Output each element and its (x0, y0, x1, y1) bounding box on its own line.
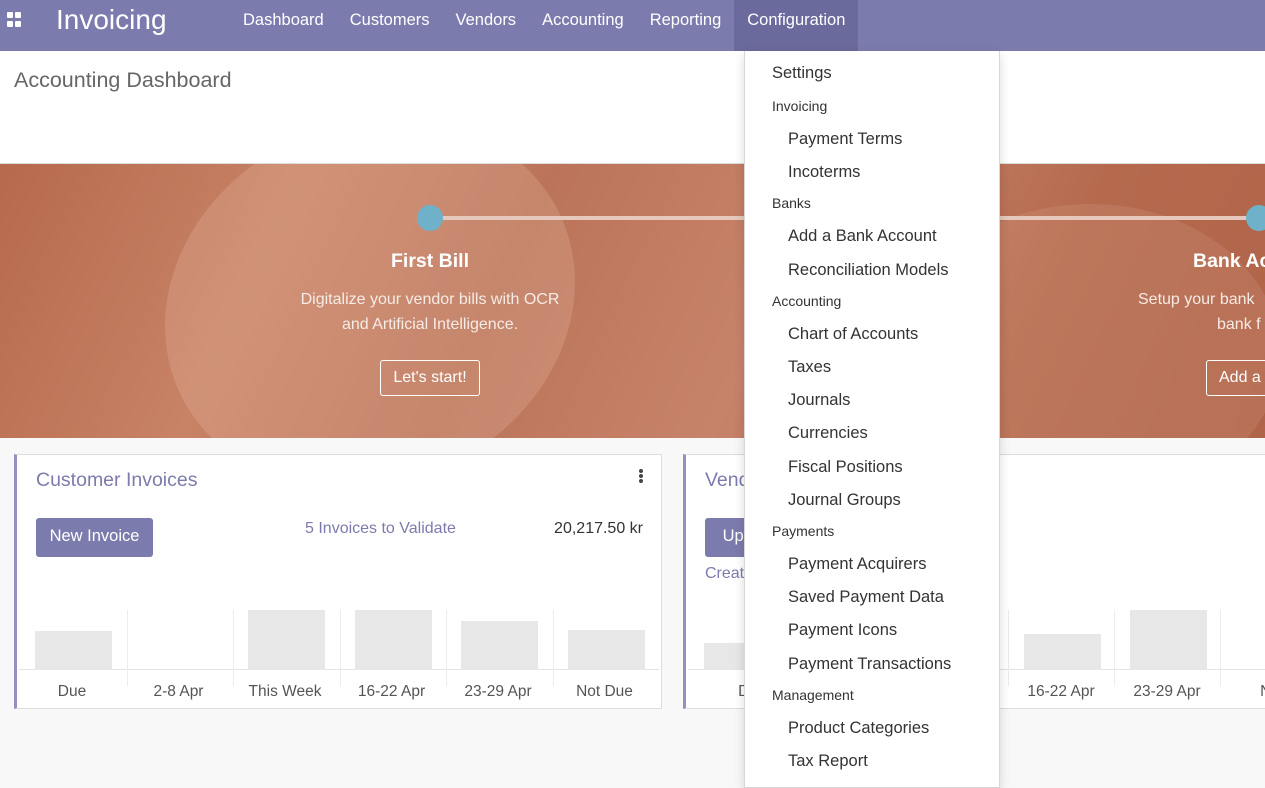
menu-item-payment-terms[interactable]: Payment Terms (745, 130, 999, 149)
menu-item-add-a-bank-account[interactable]: Add a Bank Account (745, 227, 999, 246)
step-title: Bank Ac (1193, 250, 1265, 272)
onboarding-banner: First Bill Digitalize your vendor bills … (0, 164, 1265, 438)
chart-x-label: No (1220, 683, 1265, 701)
chart-x-label: 2-8 Apr (153, 683, 204, 700)
onboarding-step-bank-account: Bank Ac Setup your bank bank f Add a (1120, 250, 1265, 396)
menu-item-payment-icons[interactable]: Payment Icons (745, 621, 999, 640)
menu-item-reconciliation-models[interactable]: Reconciliation Models (745, 261, 999, 280)
step-title: First Bill (390, 250, 469, 272)
page-title: Accounting Dashboard (14, 68, 232, 92)
chart-gridline (446, 610, 447, 686)
menu-item-chart-of-accounts[interactable]: Chart of Accounts (745, 325, 999, 344)
menu-item-taxes[interactable]: Taxes (745, 358, 999, 377)
step-description: Setup your bank bank f (1120, 287, 1265, 337)
step-description-line: Setup your bank (1138, 291, 1255, 308)
menu-item-product-categories[interactable]: Product Categories (745, 719, 999, 738)
chart-gridline (339, 610, 341, 686)
card-title[interactable]: Vend (705, 469, 749, 492)
step-dot-icon (1246, 205, 1265, 231)
chart-bar[interactable] (1024, 634, 1101, 670)
chart-gridline (1008, 610, 1009, 686)
chart-gridline (1114, 610, 1115, 686)
menu-item-tax-report[interactable]: Tax Report (745, 752, 999, 771)
chart-x-label: Not Due (576, 683, 633, 700)
chart-gridline (552, 610, 554, 686)
configuration-dropdown: Settings Invoicing Payment Terms Incoterms B… (744, 51, 1000, 788)
card-title[interactable]: Customer Invoices (36, 469, 197, 492)
chart-gridline (233, 610, 234, 686)
step-description-line: bank f (1217, 316, 1261, 333)
chart-x-label: 16-22 Apr (357, 683, 426, 700)
menu-section-banks: Banks (772, 195, 811, 212)
chart-bar[interactable] (35, 631, 112, 670)
menu-section-payments: Payments (772, 523, 835, 539)
chart-bar[interactable] (354, 610, 432, 670)
menu-dashboard[interactable]: Dashboard (230, 0, 337, 51)
add-bank-account-button[interactable]: Add a (1206, 360, 1265, 396)
chart-x-label: 16-22 Apr (1027, 683, 1095, 700)
menu-item-payment-acquirers[interactable]: Payment Acquirers (745, 555, 999, 574)
chart-x-label: This Week (248, 683, 322, 700)
menu-vendors[interactable]: Vendors (443, 0, 530, 51)
menu-item-fiscal-positions[interactable]: Fiscal Positions (745, 458, 999, 477)
app-name[interactable]: Invoicing (56, 4, 167, 36)
menu-section-accounting: Accounting (772, 292, 842, 309)
chart-bar[interactable] (461, 620, 538, 670)
step-dot-icon (417, 205, 443, 231)
invoices-to-validate-link[interactable]: 5 Invoices to Validate (305, 520, 456, 538)
amount-value: 20,217.50 kr (554, 520, 643, 537)
menu-item-incoterms[interactable]: Incoterms (745, 163, 999, 182)
chart-gridline (1220, 610, 1221, 686)
menu-section-management: Management (772, 686, 854, 703)
menu-accounting[interactable]: Accounting (529, 0, 637, 51)
chart-gridline (126, 610, 128, 686)
chart-x-label: Due (57, 683, 87, 700)
menu-item-currencies[interactable]: Currencies (745, 424, 999, 443)
more-options-icon[interactable] (639, 469, 643, 483)
apps-grid-icon[interactable] (7, 12, 22, 27)
menu-item-journals[interactable]: Journals (745, 391, 999, 410)
top-navbar: Invoicing Dashboard Customers Vendors Ac… (0, 0, 1265, 51)
new-invoice-button[interactable]: New Invoice (36, 518, 153, 557)
chart-bar[interactable] (1130, 610, 1207, 670)
step-description-line: and Artificial Intelligence. (341, 316, 519, 333)
menu-item-settings[interactable]: Settings (745, 64, 999, 83)
menu-section-invoicing: Invoicing (772, 98, 828, 114)
lets-start-button[interactable]: Let's start! (380, 360, 480, 396)
menu-item-journal-groups[interactable]: Journal Groups (745, 491, 999, 510)
step-description: Digitalize your vendor bills with OCR an… (280, 287, 580, 337)
onboarding-step-first-bill: First Bill Digitalize your vendor bills … (280, 250, 580, 396)
main-menu: Dashboard Customers Vendors Accounting R… (230, 0, 859, 51)
chart-x-label: 23-29 Apr (464, 683, 532, 700)
chart-bar[interactable] (567, 629, 645, 670)
create-link[interactable]: Creat (705, 565, 744, 583)
chart-bar[interactable] (248, 610, 325, 670)
customer-invoices-card: Customer Invoices New Invoice 5 Invoices… (14, 454, 662, 709)
menu-reporting[interactable]: Reporting (637, 0, 735, 51)
menu-item-saved-payment-data[interactable]: Saved Payment Data (745, 588, 999, 607)
invoice-bar-chart (19, 610, 659, 686)
menu-configuration[interactable]: Configuration (734, 0, 859, 51)
control-panel: Accounting Dashboard (0, 51, 1265, 164)
menu-item-payment-transactions[interactable]: Payment Transactions (745, 655, 999, 674)
menu-customers[interactable]: Customers (337, 0, 443, 51)
step-description-line: Digitalize your vendor bills with OCR (300, 291, 560, 308)
chart-x-label: 23-29 Apr (1133, 683, 1201, 700)
